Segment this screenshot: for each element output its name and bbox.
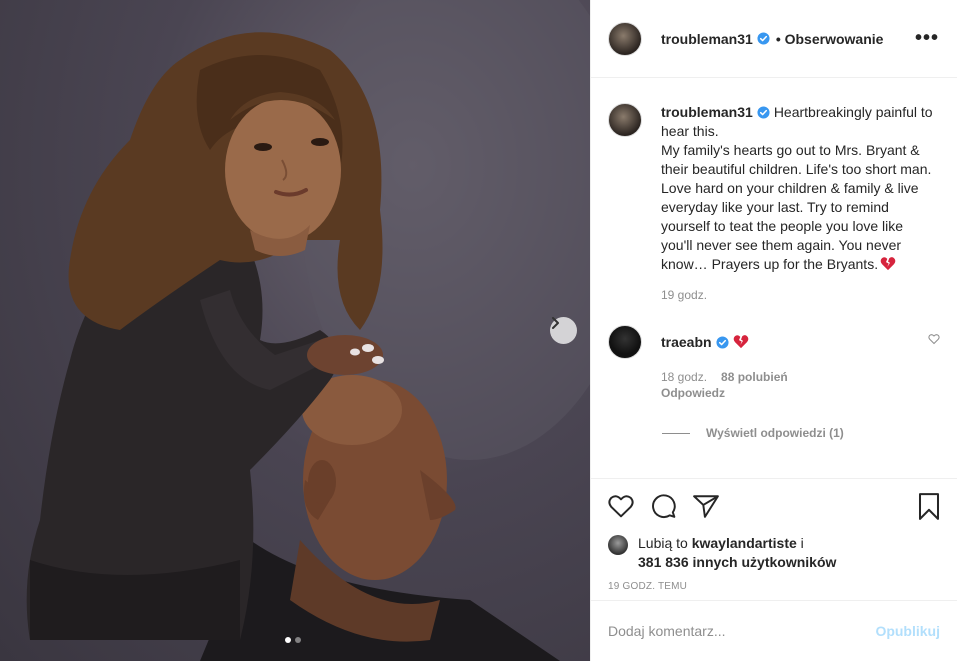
comments-area: troubleman31 Heartbreakingly painful to h…	[591, 79, 957, 477]
add-comment-bar: Opublikuj	[591, 600, 957, 661]
photo-illustration	[26, 0, 590, 661]
comment-icon[interactable]	[650, 493, 677, 519]
share-icon[interactable]	[693, 494, 719, 518]
comment-username[interactable]: traeabn	[661, 334, 712, 350]
verified-badge-icon	[716, 336, 729, 349]
comment-time: 18 godz.	[661, 370, 708, 384]
caption-text-block: troubleman31 Heartbreakingly painful to h…	[661, 103, 936, 274]
post-timestamp[interactable]: 19 GODZ. TEMU	[608, 581, 941, 592]
chevron-right-icon	[552, 317, 559, 329]
view-replies-line	[662, 432, 690, 434]
action-icons-row	[608, 491, 941, 521]
post-side-panel: troubleman31 • Obserwowanie ••• troublem…	[590, 0, 957, 661]
carousel-indicator	[285, 637, 301, 643]
verified-badge-icon	[757, 32, 770, 45]
likes-prefix: Lubią to	[638, 535, 688, 551]
post-header: troubleman31 • Obserwowanie •••	[591, 0, 957, 78]
author-username[interactable]: troubleman31	[661, 31, 753, 47]
caption-avatar[interactable]	[608, 103, 642, 137]
comment-likes[interactable]: 88 polubień	[721, 370, 788, 384]
verified-badge-icon	[757, 106, 770, 119]
broken-heart-emoji-icon	[880, 257, 896, 271]
instagram-post-view: troubleman31 • Obserwowanie ••• troublem…	[0, 0, 957, 661]
likes-summary: Lubią to kwaylandartiste i 381 836 innyc…	[608, 534, 941, 572]
broken-heart-emoji-icon	[733, 335, 748, 349]
view-replies-label: Wyświetl odpowiedzi (1)	[706, 426, 844, 440]
comment: traeabn 18 godz. 88 polubień Odpowiedz	[608, 325, 940, 400]
caption: troubleman31 Heartbreakingly painful to h…	[608, 103, 940, 302]
likes-user[interactable]: kwaylandartiste	[692, 535, 797, 551]
add-comment-input[interactable]	[608, 623, 876, 639]
post-actions: Lubią to kwaylandartiste i 381 836 innyc…	[591, 478, 957, 592]
more-options-button[interactable]: •••	[915, 27, 939, 50]
author-avatar[interactable]	[608, 21, 642, 56]
likes-suffix: i	[800, 535, 804, 551]
caption-time: 19 godz.	[661, 288, 708, 302]
carousel-dot-active	[285, 637, 291, 643]
likes-others[interactable]: 381 836 innych użytkowników	[638, 554, 836, 570]
publish-button[interactable]: Opublikuj	[875, 623, 940, 639]
carousel-next-button[interactable]	[550, 317, 577, 344]
comment-text-row: traeabn	[661, 333, 928, 352]
reply-button[interactable]: Odpowiedz	[661, 386, 928, 400]
bookmark-icon[interactable]	[917, 492, 941, 520]
post-photo[interactable]	[0, 0, 590, 661]
carousel-dot	[295, 637, 301, 643]
comment-like-heart-icon[interactable]	[928, 333, 940, 345]
follow-status-label: Obserwowanie	[784, 30, 884, 47]
caption-username[interactable]: troubleman31	[661, 104, 753, 120]
comment-meta: 18 godz. 88 polubień	[661, 370, 928, 384]
liker-avatar[interactable]	[608, 535, 628, 555]
caption-text: Heartbreakingly painful to hear this. My…	[661, 104, 933, 272]
follow-status-button[interactable]: • Obserwowanie	[776, 31, 884, 47]
heart-icon[interactable]	[608, 494, 634, 518]
comment-avatar[interactable]	[608, 325, 642, 359]
view-replies-button[interactable]: Wyświetl odpowiedzi (1)	[662, 426, 940, 440]
